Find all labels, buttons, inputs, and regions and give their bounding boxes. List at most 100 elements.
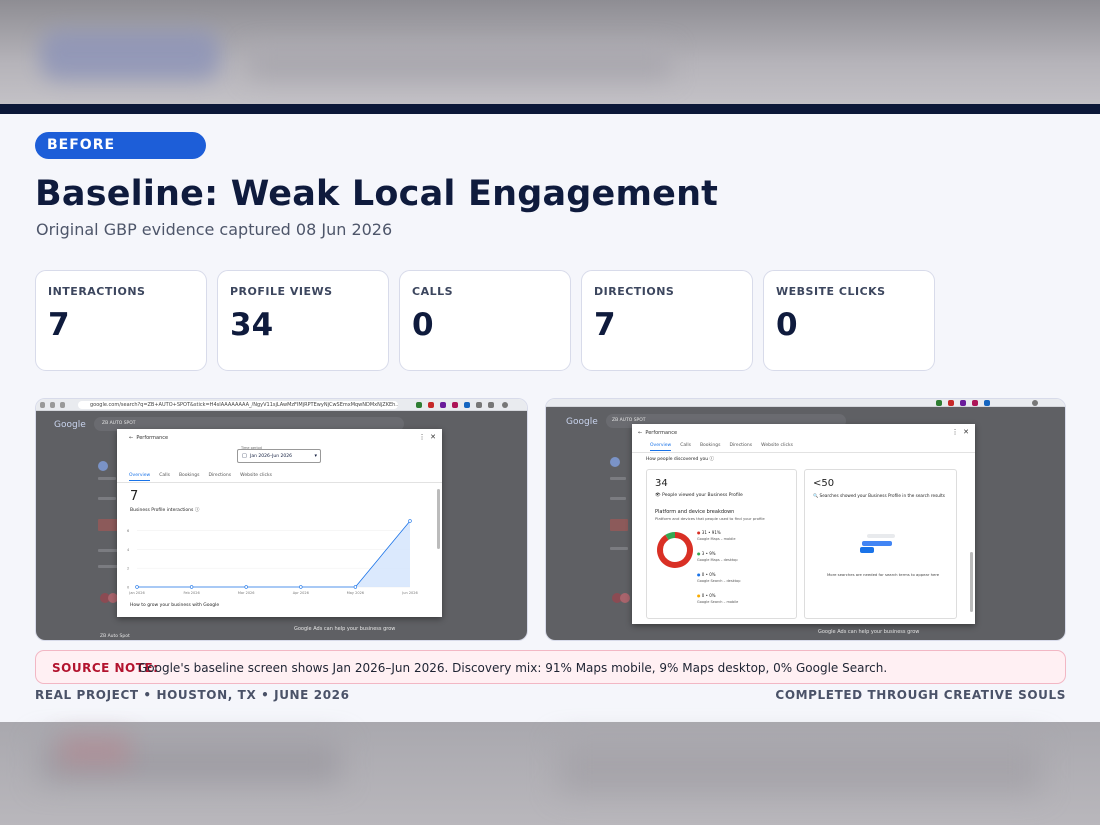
metric-label: CALLS — [412, 285, 454, 298]
google-ads-text: Google Ads can help your business grow — [294, 626, 396, 632]
donut-slice — [665, 532, 676, 540]
extension-icon — [416, 402, 422, 408]
donut-slice — [657, 532, 693, 568]
text-line — [610, 477, 626, 480]
browser-toolbar — [546, 399, 1065, 407]
extension-icon — [428, 402, 434, 408]
legend-label: Google Maps – mobile — [697, 537, 736, 541]
chevron-down-icon: ▾ — [314, 453, 317, 459]
header-bar — [0, 104, 1100, 114]
y-tick-label: 2 — [127, 567, 129, 571]
legend-item: ● 3 • 9% — [697, 551, 716, 556]
scrollbar[interactable] — [437, 489, 440, 549]
legend-item: ● 31 • 91% — [697, 530, 721, 535]
tab-calls[interactable]: Calls — [680, 443, 691, 448]
tab-website-clicks[interactable]: Website clicks — [240, 473, 272, 478]
searches-card: <50 🔍 Searches showed your Business Prof… — [804, 469, 957, 619]
profile-icon — [1032, 400, 1038, 406]
browser-toolbar: google.com/search?q=ZB+AUTO+SPOT&stick=H… — [36, 399, 527, 411]
slide: BEFORE Baseline: Weak Local Engagement O… — [0, 114, 1100, 722]
tab-bookings[interactable]: Bookings — [700, 443, 721, 448]
views-value: 34 — [655, 478, 668, 489]
google-logo: Google — [566, 417, 598, 427]
blurred-logo — [40, 30, 220, 80]
text-line — [98, 519, 118, 531]
modal-title: ← Performance — [638, 430, 678, 436]
extension-icon — [960, 400, 966, 406]
search-query: ZB AUTO SPOT — [612, 418, 646, 423]
tab-directions[interactable]: Directions — [729, 443, 752, 448]
close-icon[interactable]: ⋮ ✕ — [952, 428, 969, 436]
tab-bookings[interactable]: Bookings — [179, 473, 200, 478]
metric-value: 7 — [48, 307, 70, 343]
tab-website-clicks[interactable]: Website clicks — [761, 443, 793, 448]
extension-icon — [464, 402, 470, 408]
series-area — [137, 521, 410, 587]
metric-card-profile-views: PROFILE VIEWS 34 — [217, 270, 389, 371]
legend-label: Google Maps – desktop — [697, 558, 738, 562]
google-ads-text: Google Ads can help your business grow — [818, 629, 920, 635]
interactions-line-chart: 6 4 2 0Jan 2026 Feb 2026 Mar 2026 Apr 2026 May … — [127, 519, 418, 595]
data-point — [408, 519, 412, 523]
x-tick-label: May 2026 — [347, 591, 364, 595]
tab-directions[interactable]: Directions — [208, 473, 231, 478]
calendar-icon: □ — [242, 453, 247, 459]
screenshot-performance-interactions: google.com/search?q=ZB+AUTO+SPOT&stick=H… — [35, 398, 528, 641]
text-line — [98, 549, 118, 552]
section-title: How people discovered you ⓘ — [646, 457, 715, 462]
blurred-badge — [60, 736, 130, 766]
metric-card-website-clicks: WEBSITE CLICKS 0 — [763, 270, 935, 371]
extension-icon — [488, 402, 494, 408]
x-tick-label: Mar 2026 — [238, 591, 255, 595]
avatar — [620, 593, 630, 603]
google-results-page: Google ZB AUTO SPOT Google Ads can help … — [546, 407, 1065, 640]
avatar — [610, 457, 620, 467]
modal-title: ← Performance — [129, 435, 169, 441]
page-subtitle: Original GBP evidence captured 08 Jun 20… — [36, 220, 393, 239]
reload-icon — [60, 402, 65, 408]
google-logo: Google — [54, 420, 86, 430]
screenshot-discovery: Google ZB AUTO SPOT Google Ads can help … — [545, 398, 1066, 641]
metric-value: 7 — [594, 307, 616, 343]
extension-icon — [476, 402, 482, 408]
text-line — [610, 519, 628, 531]
blurred-background-top — [0, 0, 1100, 104]
grow-business-link[interactable]: How to grow your business with Google — [130, 603, 219, 608]
data-point — [353, 585, 358, 589]
tab-overview[interactable]: Overview — [650, 443, 672, 451]
tab-calls[interactable]: Calls — [159, 473, 170, 478]
metric-label: PROFILE VIEWS — [230, 285, 333, 298]
google-results-page: Google ZB AUTO SPOT Google Ads can help … — [36, 411, 527, 640]
metric-value: 34 — [230, 307, 274, 343]
performance-modal: ← Performance ⋮ ✕ Overview Calls Bookings D… — [632, 424, 975, 624]
metric-label: WEBSITE CLICKS — [776, 285, 886, 298]
tab-overview[interactable]: Overview — [129, 473, 151, 481]
legend-item: ● 0 • 0% — [697, 572, 716, 577]
profile-views-card: 34 👁 People viewed your Business Profile… — [646, 469, 797, 619]
divider — [632, 452, 975, 453]
search-query: ZB AUTO SPOT — [102, 421, 136, 426]
legend-label: Google Search – desktop — [697, 579, 741, 583]
y-tick-label: 4 — [127, 548, 130, 552]
forward-icon — [50, 402, 55, 408]
address-bar: google.com/search?q=ZB+AUTO+SPOT&stick=H… — [78, 401, 398, 409]
x-tick-label: Feb 2026 — [183, 591, 199, 595]
extension-icon — [440, 402, 446, 408]
blurred-background-bottom — [0, 722, 1100, 825]
time-period-select[interactable]: □ Jan 2026–Jun 2026 ▾ — [237, 449, 321, 463]
text-line — [610, 497, 626, 500]
divider — [117, 482, 442, 483]
metric-value: 0 — [776, 307, 798, 343]
before-badge: BEFORE — [35, 132, 206, 159]
scrollbar[interactable] — [970, 552, 973, 612]
close-icon[interactable]: ⋮ ✕ — [419, 433, 436, 441]
breakdown-subtitle: Platform and devices that people used to… — [655, 516, 765, 521]
avatar — [98, 461, 108, 471]
y-tick-label: 6 — [127, 529, 129, 533]
extension-icon — [948, 400, 954, 406]
x-tick-label: Jan 2026 — [128, 591, 144, 595]
data-point — [189, 585, 194, 589]
searches-note: More searches are needed for search term… — [827, 572, 940, 577]
extension-icon — [936, 400, 942, 406]
text-line — [610, 547, 628, 550]
